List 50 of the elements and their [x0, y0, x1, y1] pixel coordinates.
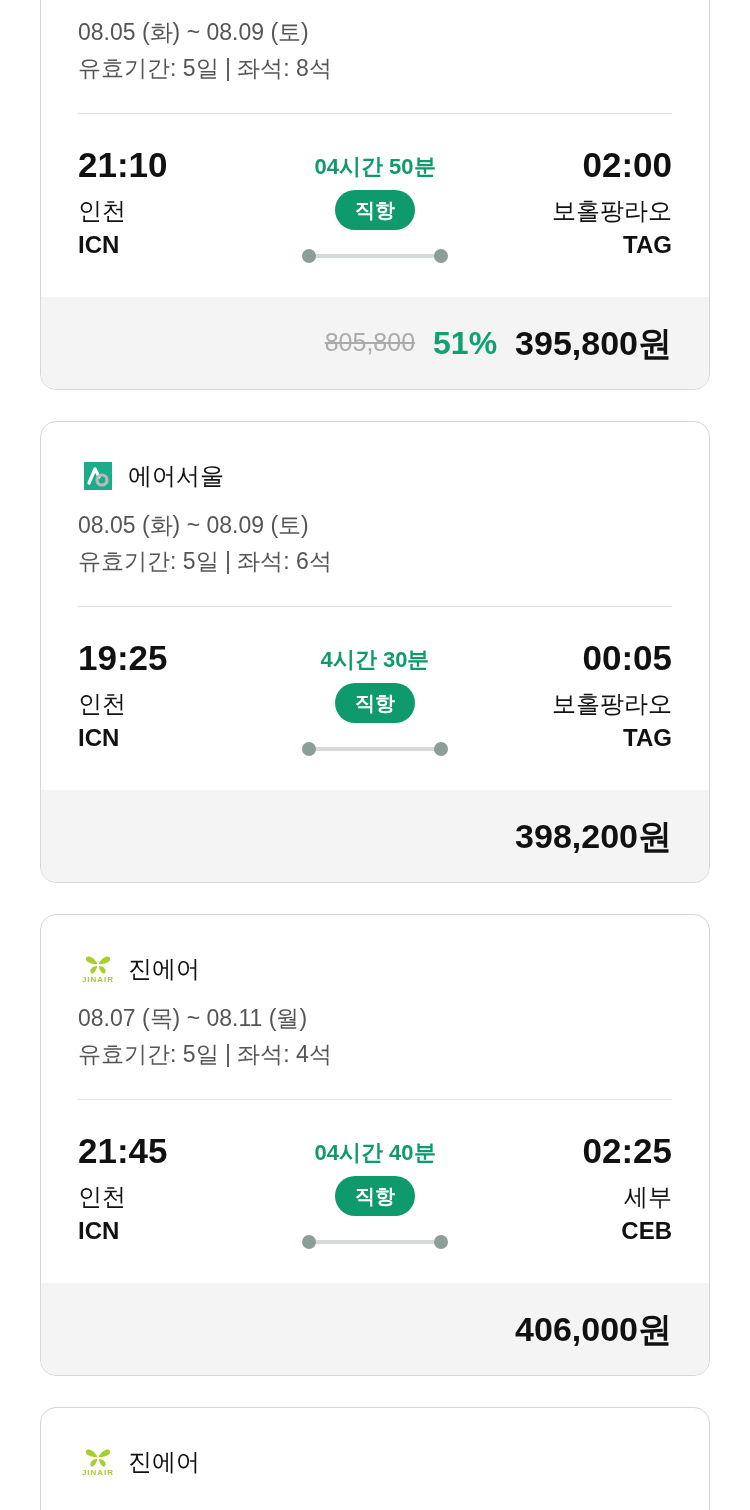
flight-card[interactable]: JINAIR 진에어	[40, 1407, 710, 1510]
departure-time: 19:25	[78, 638, 168, 678]
flight-card[interactable]: 에어서울 08.05 (화) ~ 08.09 (토) 유효기간: 5일 | 좌석: 6석 19:25 인천 ICN 4시간 30분 직항 00:05 보홀팡라오 TAG 398,200원	[40, 421, 710, 883]
airport-code: ICN	[78, 1216, 120, 1246]
travel-dates: 08.05 (화) ~ 08.09 (토)	[78, 511, 310, 540]
sale-price: 395,800원	[515, 322, 672, 364]
original-price: 805,800	[324, 327, 416, 359]
airport-code: CEB	[621, 1216, 672, 1246]
arrival-time: 00:05	[582, 638, 672, 678]
flight-duration: 04시간 50분	[314, 153, 436, 181]
ring-square-icon	[84, 462, 112, 490]
nonstop-badge: 직항	[335, 683, 415, 723]
airport-code: TAG	[623, 723, 672, 753]
nonstop-badge: 직항	[335, 190, 415, 230]
airport-code: ICN	[78, 230, 120, 260]
validity-seats: 유효기간: 5일 | 좌석: 8석	[78, 50, 672, 86]
logo-wordmark: JINAIR	[81, 1467, 115, 1477]
city-name: 인천	[78, 1182, 126, 1212]
discount-rate: 51%	[433, 324, 498, 363]
nonstop-badge: 직항	[335, 1176, 415, 1216]
airline-name: 에어서울	[128, 461, 224, 491]
city-name: 보홀팡라오	[552, 196, 672, 226]
travel-dates: 08.07 (목) ~ 08.11 (월)	[78, 1004, 309, 1033]
city-name: 인천	[78, 196, 126, 226]
flight-card[interactable]: JINAIR 진에어 08.07 (목) ~ 08.11 (월) 유효기간: 5일 | 좌석: 4석 21:45 인천 ICN 04시간 40분 직항 02:25 세부 CEB 406,000원	[40, 914, 710, 1376]
departure-time: 21:45	[78, 1131, 168, 1171]
logo-wordmark: JINAIR	[81, 974, 115, 984]
validity-seats: 유효기간: 5일 | 좌석: 4석	[78, 1036, 672, 1072]
route-line-icon	[301, 1235, 449, 1249]
airport-code: ICN	[78, 723, 120, 753]
airline-name: 진에어	[128, 1447, 200, 1477]
city-name: 인천	[78, 689, 126, 719]
butterfly-icon	[85, 954, 111, 975]
sale-price: 406,000원	[515, 1308, 672, 1350]
airline-name: 진에어	[128, 954, 200, 984]
butterfly-icon	[85, 1447, 111, 1468]
arrival-time: 02:00	[582, 145, 672, 185]
city-name: 세부	[624, 1182, 672, 1212]
validity-seats: 유효기간: 5일 | 좌석: 6석	[78, 543, 672, 579]
city-name: 보홀팡라오	[552, 689, 672, 719]
sale-price: 398,200원	[515, 815, 672, 857]
flight-duration: 4시간 30분	[320, 646, 430, 674]
flight-card[interactable]: 08.05 (화) ~ 08.09 (토) 유효기간: 5일 | 좌석: 8석 21:10 인천 ICN 04시간 50분 직항 02:00 보홀팡라오 TAG 805,800 51% 395,800원	[40, 0, 710, 390]
route-line-icon	[301, 249, 449, 263]
arrival-time: 02:25	[582, 1131, 672, 1171]
departure-time: 21:10	[78, 145, 168, 185]
airport-code: TAG	[623, 230, 672, 260]
route-line-icon	[301, 742, 449, 756]
flight-duration: 04시간 40분	[314, 1139, 436, 1167]
travel-dates: 08.05 (화) ~ 08.09 (토)	[78, 18, 310, 47]
